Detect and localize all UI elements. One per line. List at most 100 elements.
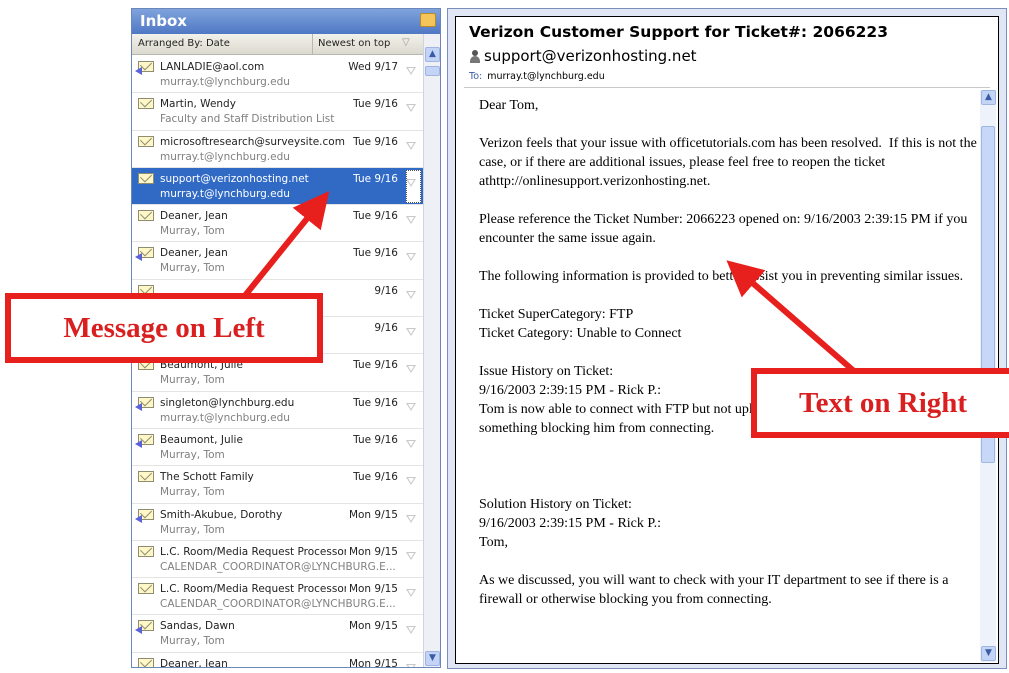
message-date: Tue 9/16 [353, 433, 398, 446]
flag-icon[interactable] [406, 253, 416, 262]
message-subject: Verizon Customer Support for Ticket#: 20… [469, 23, 888, 41]
column-divider [312, 34, 313, 55]
message-date: Tue 9/16 [353, 135, 398, 148]
message-row[interactable]: microsoftresearch@surveysite.com murray.t… [132, 131, 424, 168]
message-row[interactable]: The Schott Family Murray, Tom Tue 9/16 [132, 466, 424, 504]
message-row[interactable]: Sandas, Dawn Murray, Tom Mon 9/15 [132, 615, 424, 653]
message-from: support@verizonhosting.net [160, 172, 309, 185]
message-recipient: murray.t@lynchburg.edu [160, 187, 290, 200]
to-label: To: [469, 71, 483, 82]
folder-icon[interactable] [420, 13, 436, 27]
sort-order-label[interactable]: Newest on top [318, 38, 390, 49]
message-from: L.C. Room/Media Request Processor [160, 545, 346, 558]
message-row[interactable]: Deaner, Jean Murray, Tom Tue 9/16 [132, 205, 424, 243]
message-recipient: murray.t@lynchburg.edu [160, 411, 290, 424]
body-paragraph: As we discussed, you will want to check … [479, 573, 952, 607]
to-row: To: murray.t@lynchburg.edu [469, 71, 605, 82]
envelope-reply-icon [135, 61, 154, 75]
body-paragraph: Please reference the Ticket Number: 2066… [479, 212, 971, 246]
message-list-scrollbar[interactable]: ▲ ▼ [423, 34, 440, 667]
flag-icon[interactable] [406, 439, 416, 448]
message-recipient: Murray, Tom [160, 635, 225, 648]
message-row[interactable]: Smith-Akubue, Dorothy Murray, Tom Mon 9/15 [132, 504, 424, 541]
envelope-open-icon [138, 98, 154, 110]
message-from: microsoftresearch@surveysite.com [160, 135, 345, 148]
flag-icon[interactable] [406, 328, 416, 337]
message-row[interactable]: L.C. Room/Media Request Processor CALENDA… [132, 541, 424, 579]
message-recipient: CALENDAR_COORDINATOR@LYNCHBURG.E... [160, 598, 396, 611]
message-recipient: murray.t@lynchburg.edu [160, 150, 290, 163]
message-row[interactable]: Deaner, Jean Mon 9/15 [132, 653, 424, 668]
message-date: Mon 9/15 [348, 657, 398, 668]
message-from: Sandas, Dawn [160, 620, 235, 633]
message-row[interactable]: support@verizonhosting.net murray.t@lynch… [132, 167, 424, 206]
body-scroll-up-button[interactable]: ▲ [981, 90, 996, 105]
arrange-bar[interactable]: Arranged By: Date Newest on top ▽ [132, 34, 440, 55]
flag-icon[interactable] [406, 589, 416, 598]
message-from: Smith-Akubue, Dorothy [160, 508, 283, 521]
message-recipient: Murray, Tom [160, 225, 225, 238]
message-from: LANLADIE@aol.com [160, 61, 265, 73]
message-row[interactable]: Martin, Wendy Faculty and Staff Distribut… [132, 93, 424, 131]
message-from: Deaner, Jean [160, 210, 228, 223]
flag-icon[interactable] [406, 402, 416, 411]
envelope-open-icon [138, 135, 154, 147]
flag-icon[interactable] [406, 626, 416, 635]
scroll-thumb[interactable] [425, 66, 440, 76]
message-date: Wed 9/17 [348, 61, 398, 73]
callout-message-on-left: Message on Left [5, 293, 323, 363]
to-recipient[interactable]: murray.t@lynchburg.edu [487, 71, 605, 82]
message-date: Mon 9/15 [348, 620, 398, 633]
message-from: singleton@lynchburg.edu [160, 396, 295, 409]
flag-icon[interactable] [406, 141, 416, 150]
body-paragraph [479, 457, 979, 495]
flag-icon[interactable] [406, 178, 416, 187]
message-body: Dear Tom, Verizon feels that your issue w… [479, 96, 979, 628]
flag-icon[interactable] [406, 67, 416, 75]
message-sender[interactable]: support@verizonhosting.net [484, 47, 697, 65]
message-date: Tue 9/16 [353, 396, 398, 409]
callout-text-on-right: Text on Right [751, 368, 1009, 438]
flag-icon[interactable] [406, 104, 416, 113]
scroll-down-button[interactable]: ▼ [425, 651, 440, 666]
message-row[interactable]: LANLADIE@aol.com murray.t@lynchburg.edu We… [132, 56, 424, 94]
message-date: Tue 9/16 [353, 359, 398, 372]
flag-icon[interactable] [406, 663, 416, 667]
message-recipient: murray.t@lynchburg.edu [160, 76, 290, 88]
message-row[interactable]: singleton@lynchburg.edu murray.t@lynchbur… [132, 392, 424, 429]
body-scroll-down-button[interactable]: ▼ [981, 646, 996, 661]
body-paragraph: Dear Tom, [479, 98, 539, 113]
header-divider [464, 87, 990, 88]
flag-icon[interactable] [406, 216, 416, 225]
flag-icon[interactable] [406, 514, 416, 523]
message-from: L.C. Room/Media Request Processor [160, 583, 346, 596]
inbox-header: Inbox [132, 9, 440, 34]
envelope-reply-icon [135, 508, 154, 523]
scroll-up-button[interactable]: ▲ [425, 47, 440, 62]
envelope-reply-icon [135, 396, 154, 411]
message-view: Verizon Customer Support for Ticket#: 20… [455, 16, 999, 664]
flag-column-icon[interactable]: ▽ [402, 37, 410, 48]
flag-icon[interactable] [406, 290, 416, 299]
flag-icon[interactable] [406, 477, 416, 486]
envelope-open-icon [138, 545, 154, 557]
envelope-open-icon [138, 172, 154, 184]
message-recipient: Murray, Tom [160, 262, 225, 275]
body-paragraph: Solution History on Ticket: 9/16/2003 2:… [479, 497, 662, 550]
message-row[interactable]: L.C. Room/Media Request Processor CALENDA… [132, 578, 424, 616]
message-date: Mon 9/15 [348, 583, 398, 596]
envelope-reply-icon [135, 433, 154, 448]
message-recipient: Murray, Tom [160, 448, 225, 461]
flag-icon[interactable] [406, 551, 416, 560]
flag-icon[interactable] [406, 365, 416, 374]
message-row[interactable]: Beaumont, Julie Murray, Tom Tue 9/16 [132, 429, 424, 467]
message-recipient: Murray, Tom [160, 523, 225, 536]
message-from: Deaner, Jean [160, 657, 228, 668]
arranged-by-label[interactable]: Arranged By: Date [138, 38, 230, 49]
message-date: Tue 9/16 [353, 471, 398, 484]
person-icon [469, 50, 481, 64]
message-row[interactable]: Deaner, Jean Murray, Tom Tue 9/16 [132, 242, 424, 280]
envelope-open-icon [138, 583, 154, 595]
message-from: Beaumont, Julie [160, 433, 243, 446]
envelope-reply-icon [135, 620, 154, 635]
